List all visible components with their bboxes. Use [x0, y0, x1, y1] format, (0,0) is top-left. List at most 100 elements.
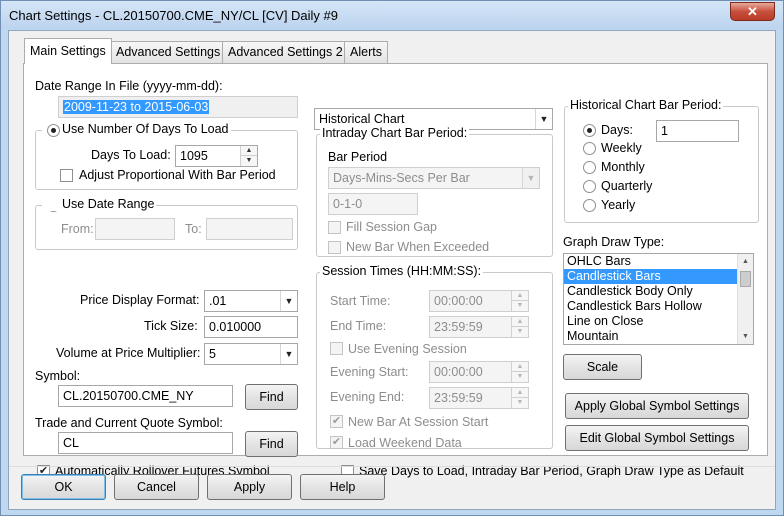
- session-group-title: Session Times (HH:MM:SS):: [320, 264, 484, 278]
- tick-size-label: Tick Size:: [144, 319, 198, 333]
- evening-end-value: 23:59:59: [434, 391, 483, 405]
- spin-down-icon[interactable]: ▼: [512, 372, 528, 382]
- bar-period-label: Bar Period: [328, 150, 388, 164]
- fill-session-gap-checkbox[interactable]: [328, 221, 341, 234]
- find-symbol-button[interactable]: Find: [245, 384, 298, 410]
- scale-button[interactable]: Scale: [563, 354, 642, 380]
- from-date-input[interactable]: [95, 218, 175, 240]
- list-item[interactable]: Candlestick Bars Hollow: [564, 299, 753, 314]
- use-days-radio[interactable]: [47, 124, 60, 137]
- spin-up-icon[interactable]: ▲: [241, 146, 257, 156]
- scroll-down-icon[interactable]: ▼: [738, 329, 753, 344]
- spin-up-icon[interactable]: ▲: [512, 362, 528, 372]
- tick-size-input[interactable]: 0.010000: [204, 316, 298, 338]
- list-item[interactable]: Line on Close: [564, 314, 753, 329]
- edit-global-settings-button[interactable]: Edit Global Symbol Settings: [565, 425, 749, 451]
- price-format-label: Price Display Format:: [80, 293, 200, 307]
- new-bar-session-checkbox[interactable]: ✔: [330, 415, 343, 428]
- new-bar-exceeded-label: New Bar When Exceeded: [346, 240, 490, 254]
- tab-main-settings[interactable]: Main Settings: [24, 38, 112, 64]
- date-range-group: Use Date Range From: To:: [35, 197, 298, 250]
- period-quarterly-label: Quarterly: [601, 179, 653, 193]
- apply-global-settings-button[interactable]: Apply Global Symbol Settings: [565, 393, 749, 419]
- footer-separator: [9, 466, 775, 467]
- evening-end-label: Evening End:: [330, 390, 405, 404]
- graph-draw-type-label: Graph Draw Type:: [563, 235, 665, 249]
- period-yearly-radio[interactable]: [583, 199, 596, 212]
- date-range-label: Date Range In File (yyyy-mm-dd):: [35, 79, 223, 93]
- start-time-spinner[interactable]: ▲ ▼: [511, 291, 528, 311]
- trade-symbol-value: CL: [63, 436, 79, 450]
- bar-period-input[interactable]: 0-1-0: [328, 193, 418, 215]
- use-days-label: Use Number Of Days To Load: [42, 122, 231, 136]
- to-label: To:: [185, 222, 202, 236]
- end-time-spinner[interactable]: ▲ ▼: [511, 317, 528, 337]
- graph-draw-type-list[interactable]: OHLC Bars Candlestick Bars Candlestick B…: [563, 253, 754, 345]
- session-times-group: Session Times (HH:MM:SS): Start Time: 00…: [316, 264, 553, 450]
- chevron-down-icon[interactable]: ▼: [522, 168, 539, 188]
- list-item[interactable]: Candlestick Bars: [564, 269, 753, 284]
- spin-down-icon[interactable]: ▼: [512, 327, 528, 337]
- use-evening-checkbox[interactable]: [330, 342, 343, 355]
- spin-up-icon[interactable]: ▲: [512, 388, 528, 398]
- tick-size-value: 0.010000: [209, 320, 262, 334]
- days-to-load-value: 1095: [180, 149, 208, 163]
- period-monthly-label: Monthly: [601, 160, 645, 174]
- tab-alerts[interactable]: Alerts: [344, 41, 388, 63]
- chevron-down-icon[interactable]: ▼: [280, 344, 297, 364]
- period-quarterly-radio[interactable]: [583, 180, 596, 193]
- evening-start-spinner[interactable]: ▲ ▼: [511, 362, 528, 382]
- bar-period-value: 0-1-0: [333, 197, 363, 211]
- cancel-button[interactable]: Cancel: [114, 474, 199, 500]
- help-button[interactable]: Help: [300, 474, 385, 500]
- spin-down-icon[interactable]: ▼: [241, 156, 257, 166]
- date-range-field[interactable]: 2009-11-23 to 2015-06-03: [58, 96, 298, 118]
- find-trade-symbol-button[interactable]: Find: [245, 431, 298, 457]
- price-format-select[interactable]: .01 ▼: [204, 290, 298, 312]
- bar-period-type-select[interactable]: Days-Mins-Secs Per Bar ▼: [328, 167, 540, 189]
- days-to-load-group: Use Number Of Days To Load Days To Load:…: [35, 122, 298, 190]
- from-label: From:: [61, 222, 94, 236]
- spin-up-icon[interactable]: ▲: [512, 291, 528, 301]
- evening-end-spinner[interactable]: ▲ ▼: [511, 388, 528, 408]
- scroll-thumb[interactable]: [740, 271, 751, 287]
- evening-start-value: 00:00:00: [434, 365, 483, 379]
- adjust-proportional-checkbox[interactable]: [60, 169, 73, 182]
- period-days-label: Days:: [601, 123, 633, 137]
- spin-down-icon[interactable]: ▼: [512, 301, 528, 311]
- days-to-load-spinner[interactable]: ▲ ▼: [240, 146, 257, 166]
- chart-settings-window: Chart Settings - CL.20150700.CME_NY/CL […: [0, 0, 784, 516]
- days-period-input[interactable]: 1: [656, 120, 739, 142]
- new-bar-exceeded-checkbox[interactable]: [328, 241, 341, 254]
- list-scrollbar[interactable]: ▲ ▼: [737, 254, 753, 344]
- load-weekend-checkbox[interactable]: ✔: [330, 436, 343, 449]
- apply-button[interactable]: Apply: [207, 474, 292, 500]
- list-item[interactable]: Mountain: [564, 329, 753, 344]
- to-date-input[interactable]: [206, 218, 293, 240]
- close-button[interactable]: ✕: [730, 2, 775, 21]
- symbol-input[interactable]: CL.20150700.CME_NY: [58, 385, 233, 407]
- list-item[interactable]: Candlestick Body Only: [564, 284, 753, 299]
- period-days-radio[interactable]: [583, 124, 596, 137]
- tab-advanced-settings-2[interactable]: Advanced Settings 2: [222, 41, 349, 63]
- chevron-down-icon[interactable]: ▼: [280, 291, 297, 311]
- tab-advanced-settings[interactable]: Advanced Settings: [110, 41, 227, 63]
- period-weekly-radio[interactable]: [583, 142, 596, 155]
- vap-multiplier-label: Volume at Price Multiplier:: [56, 346, 201, 360]
- ok-button[interactable]: OK: [21, 474, 106, 500]
- use-evening-label: Use Evening Session: [348, 342, 467, 356]
- spin-down-icon[interactable]: ▼: [512, 398, 528, 408]
- use-date-range-label: Use Date Range: [42, 197, 157, 211]
- title-bar[interactable]: Chart Settings - CL.20150700.CME_NY/CL […: [1, 1, 783, 29]
- spin-up-icon[interactable]: ▲: [512, 317, 528, 327]
- vap-multiplier-select[interactable]: 5 ▼: [204, 343, 298, 365]
- symbol-label: Symbol:: [35, 369, 81, 383]
- list-item[interactable]: OHLC Bars: [564, 254, 753, 269]
- chevron-down-icon[interactable]: ▼: [535, 109, 552, 129]
- historical-bar-period-group: Historical Chart Bar Period: Days: 1 Wee…: [564, 98, 759, 223]
- trade-symbol-input[interactable]: CL: [58, 432, 233, 454]
- period-monthly-radio[interactable]: [583, 161, 596, 174]
- intraday-bar-period-group: Intraday Chart Bar Period: Bar Period Da…: [316, 126, 553, 257]
- fill-session-gap-label: Fill Session Gap: [346, 220, 438, 234]
- scroll-up-icon[interactable]: ▲: [738, 254, 753, 269]
